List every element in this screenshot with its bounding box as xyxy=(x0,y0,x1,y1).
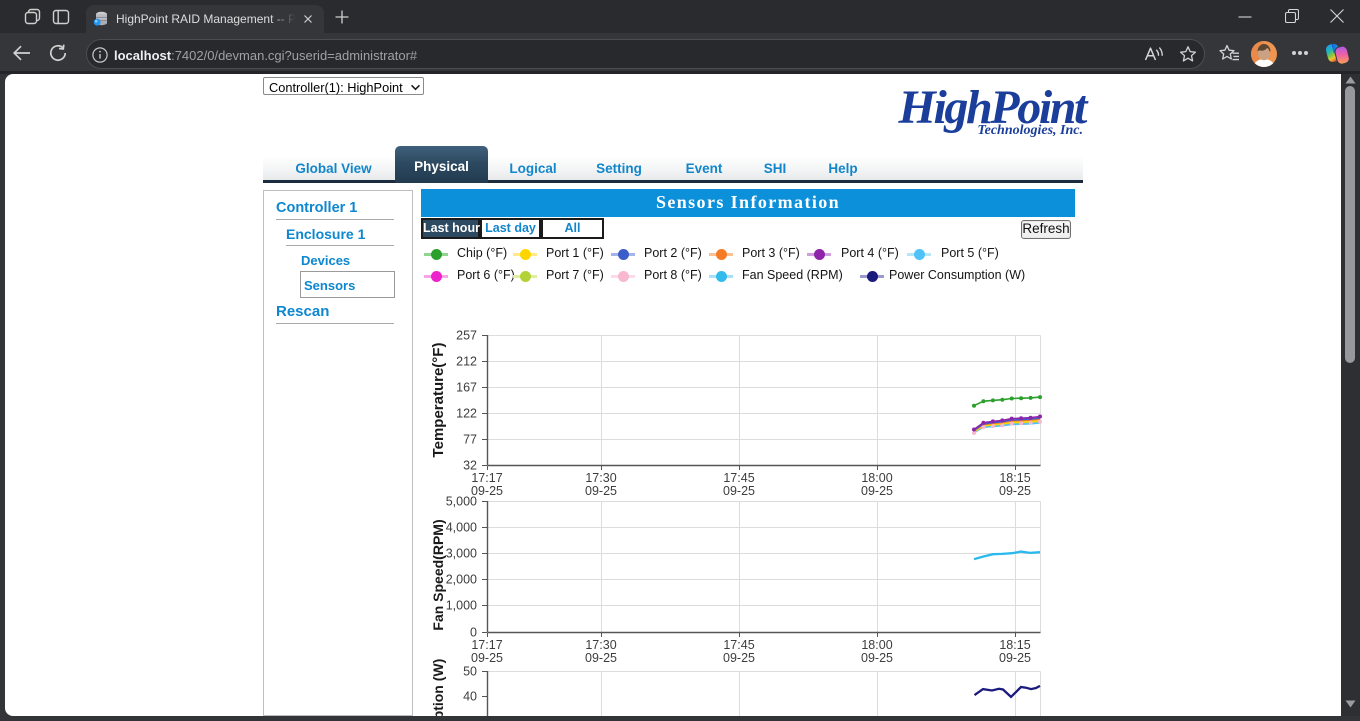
svg-text:18:15: 18:15 xyxy=(999,471,1030,485)
svg-text:3,000: 3,000 xyxy=(446,547,477,561)
svg-text:17:17: 17:17 xyxy=(471,638,502,652)
svg-text:Temperature(°F): Temperature(°F) xyxy=(430,343,447,458)
svg-text:122: 122 xyxy=(456,407,477,421)
svg-text:40: 40 xyxy=(463,690,477,704)
svg-text:257: 257 xyxy=(456,329,477,343)
svg-text:212: 212 xyxy=(456,355,477,369)
svg-text:Power Consumption (W): Power Consumption (W) xyxy=(430,659,446,716)
svg-text:18:00: 18:00 xyxy=(861,471,892,485)
svg-text:77: 77 xyxy=(463,433,477,447)
svg-text:17:30: 17:30 xyxy=(585,638,616,652)
svg-text:5,000: 5,000 xyxy=(446,495,477,509)
svg-text:18:15: 18:15 xyxy=(999,638,1030,652)
svg-text:17:17: 17:17 xyxy=(471,471,502,485)
svg-text:50: 50 xyxy=(463,665,477,679)
svg-text:17:30: 17:30 xyxy=(585,471,616,485)
svg-text:1,000: 1,000 xyxy=(446,599,477,613)
svg-text:4,000: 4,000 xyxy=(446,521,477,535)
svg-text:167: 167 xyxy=(456,381,477,395)
svg-text:17:45: 17:45 xyxy=(723,471,754,485)
svg-text:2,000: 2,000 xyxy=(446,573,477,587)
svg-text:Fan Speed(RPM): Fan Speed(RPM) xyxy=(430,519,446,630)
svg-text:17:45: 17:45 xyxy=(723,638,754,652)
svg-text:18:00: 18:00 xyxy=(861,638,892,652)
